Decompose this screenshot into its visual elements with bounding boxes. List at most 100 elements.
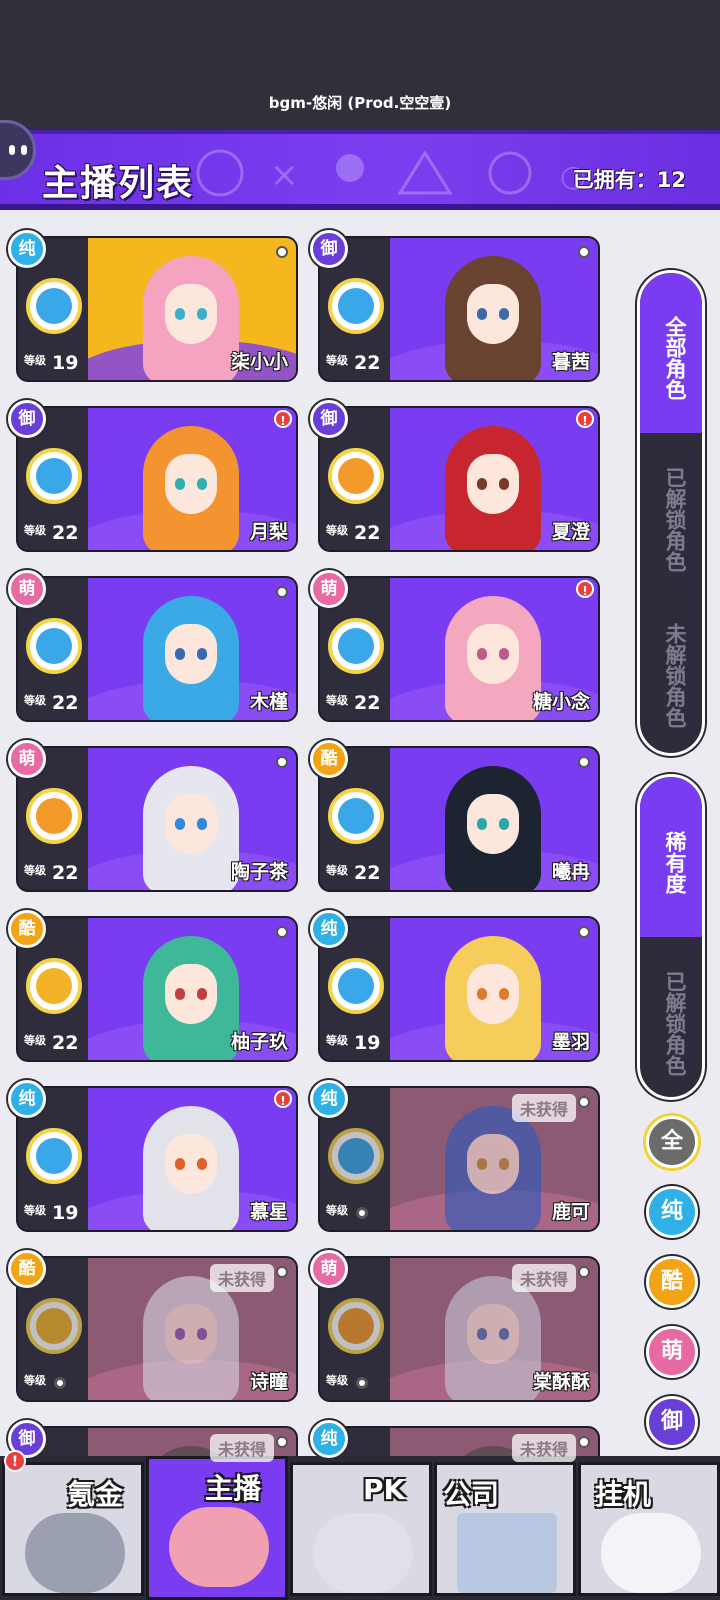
anchor-card[interactable]: 等级 19 柒小小: [16, 236, 298, 382]
level-empty-icon: [54, 1377, 66, 1389]
unobtained-tag: 未获得: [209, 1264, 274, 1292]
anchor-card[interactable]: 等级 22 曦冉: [318, 746, 600, 892]
anchor-name: 慕星: [249, 1201, 288, 1223]
anchor-name: 曦冉: [551, 861, 590, 883]
nav-recharge[interactable]: 氪金: [2, 1462, 144, 1596]
character-face: [467, 1134, 519, 1194]
character-figure: [445, 1106, 541, 1230]
tab-unlocked-roles[interactable]: 已解锁角色: [660, 449, 688, 589]
skill-icon-inner: [36, 798, 72, 834]
character-face: [165, 624, 217, 684]
anchor-name: 糖小念: [532, 691, 590, 713]
character-eye: [499, 648, 509, 660]
level-value: 19: [354, 1032, 381, 1054]
filter-all-button[interactable]: 全: [646, 1116, 698, 1168]
skill-icon-inner: [338, 1138, 374, 1174]
corner-dot: [276, 756, 288, 768]
character-figure: [143, 936, 239, 1060]
type-badge-royal: 御: [310, 230, 348, 268]
alert-badge: !: [576, 580, 594, 598]
nav-company-label: 公司: [443, 1478, 500, 1511]
level-label: 等级: [326, 1204, 348, 1217]
tab-rarity[interactable]: 稀有度: [660, 817, 688, 907]
type-badge-cute: 萌: [8, 740, 46, 778]
character-eye: [197, 478, 207, 490]
level-label: 等级: [24, 1034, 46, 1047]
tab-rarity-unlocked[interactable]: 已解锁角色: [660, 953, 688, 1093]
anchor-card[interactable]: 等级 22 暮茜: [318, 236, 600, 382]
skill-icon-inner: [36, 628, 72, 664]
filter-cute-button[interactable]: 萌: [646, 1326, 698, 1378]
character-figure: [143, 1276, 239, 1400]
character-figure: [445, 426, 541, 550]
type-badge-royal: 御: [8, 400, 46, 438]
anchor-name: 月梨: [249, 521, 288, 543]
character-figure: [143, 596, 239, 720]
corner-dot: [276, 926, 288, 938]
skill-icon-inner: [36, 968, 72, 1004]
anchor-card[interactable]: 等级 诗瞳 未获得: [16, 1256, 298, 1402]
filter-cool-button[interactable]: 酷: [646, 1256, 698, 1308]
anchor-name: 柚子玖: [230, 1031, 288, 1053]
unobtained-tag: 未获得: [209, 1434, 274, 1462]
skill-icon: [328, 278, 384, 334]
character-face: [467, 964, 519, 1024]
character-figure: [143, 256, 239, 380]
anchor-card[interactable]: 等级 22 柚子玖: [16, 916, 298, 1062]
character-figure: [445, 596, 541, 720]
level-label: 等级: [24, 864, 46, 877]
type-badge-royal: 御: [310, 400, 348, 438]
corner-dot: [276, 246, 288, 258]
pk-icon: [313, 1513, 413, 1593]
character-eye: [175, 1158, 185, 1170]
rarity-panel: 稀有度 已解锁角色: [637, 774, 705, 1100]
type-badge-cool: 酷: [8, 1250, 46, 1288]
tab-all-roles[interactable]: 全部角色: [660, 303, 688, 413]
anchor-card[interactable]: 等级 棠酥酥 未获得: [318, 1256, 600, 1402]
anchor-card[interactable]: 等级 22 糖小念!: [318, 576, 600, 722]
skill-icon-inner: [36, 1308, 72, 1344]
character-eye: [197, 308, 207, 320]
filter-pure-button[interactable]: 纯: [646, 1186, 698, 1238]
skill-icon: [328, 618, 384, 674]
anchor-card[interactable]: 等级 22 月梨!: [16, 406, 298, 552]
tab-locked-roles[interactable]: 未解锁角色: [660, 605, 688, 745]
skill-icon-inner: [338, 798, 374, 834]
corner-dot: [578, 246, 590, 258]
level-empty-icon: [356, 1207, 368, 1219]
anchor-name: 鹿可: [551, 1201, 590, 1223]
anchor-card[interactable]: 等级 鹿可 未获得: [318, 1086, 600, 1232]
alert-badge: !: [274, 410, 292, 428]
anchor-card[interactable]: 等级 19 墨羽: [318, 916, 600, 1062]
level-label: 等级: [24, 694, 46, 707]
skill-icon-inner: [338, 968, 374, 1004]
anchor-card[interactable]: 等级 22 陶子茶: [16, 746, 298, 892]
character-face: [467, 1304, 519, 1364]
anchor-card[interactable]: 等级 22 夏澄!: [318, 406, 600, 552]
skill-icon: [26, 618, 82, 674]
level-value: 22: [354, 862, 381, 884]
nav-recharge-label: 氪金: [67, 1478, 124, 1511]
level-label: 等级: [24, 1374, 46, 1387]
character-eye: [477, 478, 487, 490]
nav-anchors[interactable]: 主播: [146, 1456, 288, 1600]
skill-icon: [328, 958, 384, 1014]
level-label: 等级: [24, 1204, 46, 1217]
nav-alert-badge: !: [4, 1450, 26, 1472]
filter-royal-button[interactable]: 御: [646, 1396, 698, 1448]
anchor-card[interactable]: 等级 19 慕星!: [16, 1086, 298, 1232]
unobtained-tag: 未获得: [511, 1434, 576, 1462]
anchor-card[interactable]: 等级 22 木槿: [16, 576, 298, 722]
nav-company[interactable]: 公司: [434, 1462, 576, 1596]
character-eye: [477, 648, 487, 660]
character-face: [165, 1134, 217, 1194]
type-badge-cute: 萌: [310, 1250, 348, 1288]
nav-pk[interactable]: PK: [290, 1462, 432, 1596]
alert-badge: !: [274, 1090, 292, 1108]
nav-idle[interactable]: 挂机: [578, 1462, 720, 1596]
character-face: [165, 454, 217, 514]
role-filter-panel: 全部角色 已解锁角色 未解锁角色: [637, 270, 705, 756]
skill-icon: [26, 788, 82, 844]
level-value: 22: [52, 692, 79, 714]
skill-icon: [328, 1128, 384, 1184]
